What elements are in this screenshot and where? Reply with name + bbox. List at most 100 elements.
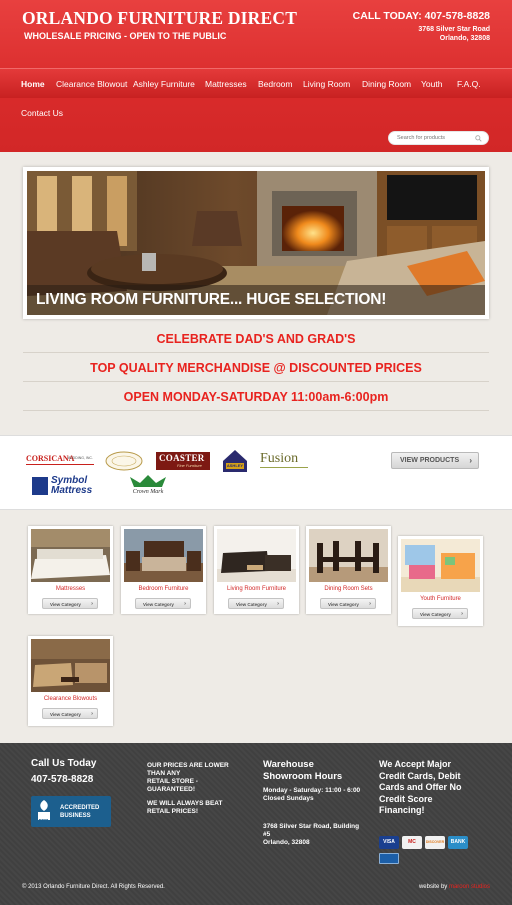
mastercard-icon: MC — [402, 836, 422, 849]
crown-mark-logo[interactable]: Crown Mark — [126, 474, 170, 498]
view-category-label: View Category — [143, 601, 174, 607]
promo-line-3: OPEN MONDAY-SATURDAY 11:00am-6:00pm — [123, 390, 389, 404]
fusion-name: Fusion — [260, 451, 299, 466]
header-address: 3768 Silver Star Road Orlando, 32808 — [418, 25, 490, 43]
chevron-right-icon: › — [91, 710, 93, 717]
bbb-text: ACCREDITED BUSINESS — [60, 804, 99, 820]
view-category-label: View Category — [328, 601, 359, 607]
bbb-mark: BBB — [38, 818, 49, 823]
copyright: © 2013 Orlando Furniture Direct. All Rig… — [22, 884, 165, 890]
bbb-line-2: BUSINESS — [60, 813, 91, 819]
category-thumb — [401, 539, 480, 592]
prices-line-1: OUR PRICES ARE LOWER THAN ANY — [147, 762, 229, 777]
hero-caption: LIVING ROOM FURNITURE... HUGE SELECTION! — [36, 291, 387, 308]
view-category-button[interactable]: View Category › — [412, 608, 468, 619]
category-title[interactable]: Youth Furniture — [398, 596, 483, 602]
symbol-mark-icon — [32, 477, 48, 495]
crown-icon — [130, 475, 166, 487]
chevron-right-icon: › — [91, 600, 93, 607]
dining-room-photo — [309, 529, 388, 582]
fusion-underline — [260, 467, 308, 468]
nav-faq[interactable]: F.A.Q. — [457, 79, 481, 89]
category-card-mattresses[interactable]: Mattresses View Category › — [28, 526, 113, 614]
view-products-label: VIEW PRODUCTS — [400, 457, 460, 464]
nav-mattresses[interactable]: Mattresses — [205, 79, 247, 89]
view-category-button[interactable]: View Category › — [42, 598, 98, 609]
website-by-link[interactable]: maroon studios — [449, 884, 490, 890]
mattress-photo — [31, 529, 110, 582]
bbb-line-1: ACCREDITED — [60, 805, 100, 811]
bbb-badge[interactable]: BBB ACCREDITED BUSINESS — [31, 796, 111, 827]
nav-contact-us[interactable]: Contact Us — [21, 108, 63, 118]
ashley-name: ASHLEY — [226, 463, 244, 468]
footer-call-heading: Call Us Today — [31, 758, 97, 769]
chevron-right-icon: › — [461, 610, 463, 617]
chevron-right-icon: › — [184, 600, 186, 607]
ashley-homestore-logo[interactable] — [104, 451, 144, 471]
category-card-bedroom[interactable]: Bedroom Furniture View Category › — [121, 526, 206, 614]
corsicana-logo[interactable]: CORSICANA BEDDING, INC. — [26, 454, 96, 469]
divider — [23, 352, 489, 353]
coaster-logo[interactable]: COASTER Fine Furniture — [156, 452, 210, 470]
bank-card-icon: BANK — [448, 836, 468, 849]
promo-line-1: CELEBRATE DAD'S AND GRAD'S — [156, 332, 356, 346]
discover-icon: DISCOVER — [425, 836, 445, 849]
category-card-youth[interactable]: Youth Furniture View Category › — [398, 536, 483, 626]
category-card-clearance[interactable]: Clearance Blowouts View Category › — [28, 636, 113, 726]
nav-dining-room[interactable]: Dining Room — [362, 79, 411, 89]
clearance-photo — [31, 639, 110, 692]
category-card-dining-room[interactable]: Dining Room Sets View Category › — [306, 526, 391, 614]
category-title[interactable]: Dining Room Sets — [306, 586, 391, 592]
coaster-name: COASTER — [159, 453, 205, 463]
search-input[interactable] — [397, 135, 475, 141]
hours-closed: Closed Sundays — [263, 795, 314, 802]
divider — [23, 410, 489, 411]
view-products-button[interactable]: VIEW PRODUCTS › — [391, 452, 479, 469]
chevron-right-icon: › — [469, 456, 472, 465]
fusion-logo[interactable]: Fusion — [260, 451, 310, 471]
nav-youth[interactable]: Youth — [421, 79, 442, 89]
view-category-button[interactable]: View Category › — [320, 598, 376, 609]
divider — [23, 381, 489, 382]
nav-bedroom[interactable]: Bedroom — [258, 79, 293, 89]
category-thumb — [31, 529, 110, 582]
category-title[interactable]: Living Room Furniture — [214, 586, 299, 592]
category-thumb — [217, 529, 296, 582]
living-room-thumb — [217, 529, 296, 582]
view-category-label: View Category — [420, 611, 451, 617]
footer-price-guarantee: OUR PRICES ARE LOWER THAN ANY RETAIL STO… — [147, 762, 242, 816]
category-title[interactable]: Mattresses — [28, 586, 113, 592]
brand-logo[interactable]: ORLANDO FURNITURE DIRECT — [22, 8, 297, 29]
hero-caption-band: LIVING ROOM FURNITURE... HUGE SELECTION! — [27, 285, 485, 315]
footer-phone[interactable]: 407-578-8828 — [31, 774, 93, 785]
view-category-button[interactable]: View Category › — [228, 598, 284, 609]
view-category-button[interactable]: View Category › — [42, 708, 98, 719]
symbol-mattress-logo[interactable]: Symbol Mattress — [32, 475, 116, 497]
hero-image: LIVING ROOM FURNITURE... HUGE SELECTION! — [27, 171, 485, 315]
nav-ashley-furniture[interactable]: Ashley Furniture — [133, 79, 195, 89]
nav-home[interactable]: Home — [21, 79, 45, 89]
category-thumb — [124, 529, 203, 582]
view-category-button[interactable]: View Category › — [135, 598, 191, 609]
corsicana-underline — [26, 464, 94, 465]
prices-line-3: WE WILL ALWAYS BEAT RETAIL PRICES! — [147, 800, 223, 815]
category-title[interactable]: Clearance Blowouts — [28, 696, 113, 702]
coaster-sub: Fine Furniture — [177, 463, 202, 468]
search-icon[interactable] — [475, 135, 482, 142]
visa-icon: VISA — [379, 836, 399, 849]
brands-band — [0, 435, 512, 510]
view-category-label: View Category — [50, 711, 81, 717]
nav-clearance-blowout[interactable]: Clearance Blowout — [56, 79, 127, 89]
website-credit: website by maroon studios — [419, 884, 490, 890]
category-card-living-room[interactable]: Living Room Furniture View Category › — [214, 526, 299, 614]
category-thumb — [31, 639, 110, 692]
nav-living-room[interactable]: Living Room — [303, 79, 350, 89]
ashley-logo[interactable]: ASHLEY — [222, 449, 248, 473]
category-title[interactable]: Bedroom Furniture — [121, 586, 206, 592]
debit-card-icon — [379, 853, 399, 864]
tagline: WHOLESALE PRICING - OPEN TO THE PUBLIC — [24, 31, 227, 41]
website-by-label: website by — [418, 884, 448, 890]
footer-hours: Monday - Saturday: 11:00 - 6:00 Closed S… — [263, 787, 363, 803]
call-today[interactable]: CALL TODAY: 407-578-8828 — [353, 10, 490, 22]
hero-slider[interactable]: LIVING ROOM FURNITURE... HUGE SELECTION! — [23, 167, 489, 319]
